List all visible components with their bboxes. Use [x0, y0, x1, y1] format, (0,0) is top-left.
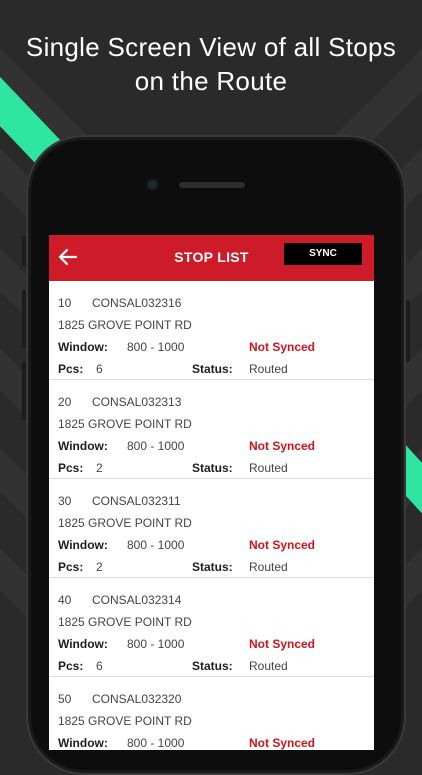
stop-address: 1825 GROVE POINT RD [58, 516, 192, 530]
app-screen: STOP LIST SYNC 10 CONSAL032316 1825 GROVE … [49, 235, 374, 750]
window-value: 800 - 1000 [127, 340, 185, 354]
status-label: Status: [192, 659, 233, 673]
pieces-label: Pcs: [58, 659, 84, 673]
volume-up-button [22, 290, 26, 348]
window-label: Window: [58, 340, 108, 354]
sync-status-badge: Not Synced [249, 538, 316, 552]
pieces-value: 2 [96, 560, 103, 574]
sync-status-badge: Not Synced [249, 340, 316, 354]
stop-sequence: 40 [58, 593, 72, 607]
stop-list-item[interactable]: 20 CONSAL032313 1825 GROVE POINT RD Window:… [49, 380, 374, 479]
stop-code: CONSAL032314 [92, 593, 182, 607]
stop-code: CONSAL032313 [92, 395, 182, 409]
stop-sequence: 20 [58, 395, 72, 409]
status-label: Status: [192, 362, 233, 376]
app-bar: STOP LIST SYNC [49, 235, 374, 281]
stop-code: CONSAL032320 [92, 692, 182, 706]
stop-sequence: 10 [58, 296, 72, 310]
stop-list[interactable]: 10 CONSAL032316 1825 GROVE POINT RD Window:… [49, 281, 374, 750]
pieces-label: Pcs: [58, 362, 84, 376]
pieces-value: 6 [96, 659, 103, 673]
pieces-label: Pcs: [58, 560, 84, 574]
stop-list-item[interactable]: 10 CONSAL032316 1825 GROVE POINT RD Window:… [49, 281, 374, 380]
window-value: 800 - 1000 [127, 637, 185, 651]
window-label: Window: [58, 538, 108, 552]
speaker-grille [179, 182, 245, 188]
sync-button[interactable]: SYNC [284, 243, 362, 265]
window-value: 800 - 1000 [127, 736, 185, 750]
sync-status-badge: Not Synced [249, 637, 316, 651]
stop-list-item[interactable]: 40 CONSAL032314 1825 GROVE POINT RD Window:… [49, 578, 374, 677]
status-value: Routed [249, 560, 288, 574]
stop-sequence: 30 [58, 494, 72, 508]
stop-list-item[interactable]: 50 CONSAL032320 1825 GROVE POINT RD Window:… [49, 677, 374, 750]
stop-code: CONSAL032311 [92, 494, 181, 508]
headline: Single Screen View of all Stops on the R… [0, 30, 422, 98]
window-value: 800 - 1000 [127, 439, 185, 453]
sync-status-badge: Not Synced [249, 439, 316, 453]
stop-address: 1825 GROVE POINT RD [58, 714, 192, 728]
pieces-value: 2 [96, 461, 103, 475]
window-value: 800 - 1000 [127, 538, 185, 552]
pieces-value: 6 [96, 362, 103, 376]
window-label: Window: [58, 736, 108, 750]
mute-switch [22, 236, 26, 266]
status-label: Status: [192, 461, 233, 475]
stop-sequence: 50 [58, 692, 72, 706]
stop-list-item[interactable]: 30 CONSAL032311 1825 GROVE POINT RD Window:… [49, 479, 374, 578]
status-value: Routed [249, 461, 288, 475]
status-value: Routed [249, 362, 288, 376]
stop-address: 1825 GROVE POINT RD [58, 318, 192, 332]
stop-code: CONSAL032316 [92, 296, 182, 310]
camera-icon [148, 180, 157, 189]
window-label: Window: [58, 439, 108, 453]
stop-address: 1825 GROVE POINT RD [58, 615, 192, 629]
headline-line-2: on the Route [134, 66, 288, 96]
volume-down-button [22, 362, 26, 420]
pieces-label: Pcs: [58, 461, 84, 475]
status-value: Routed [249, 659, 288, 673]
status-label: Status: [192, 560, 233, 574]
power-button [406, 300, 410, 362]
sync-status-badge: Not Synced [249, 736, 316, 750]
window-label: Window: [58, 637, 108, 651]
headline-line-1: Single Screen View of all Stops [25, 32, 397, 62]
stop-address: 1825 GROVE POINT RD [58, 417, 192, 431]
